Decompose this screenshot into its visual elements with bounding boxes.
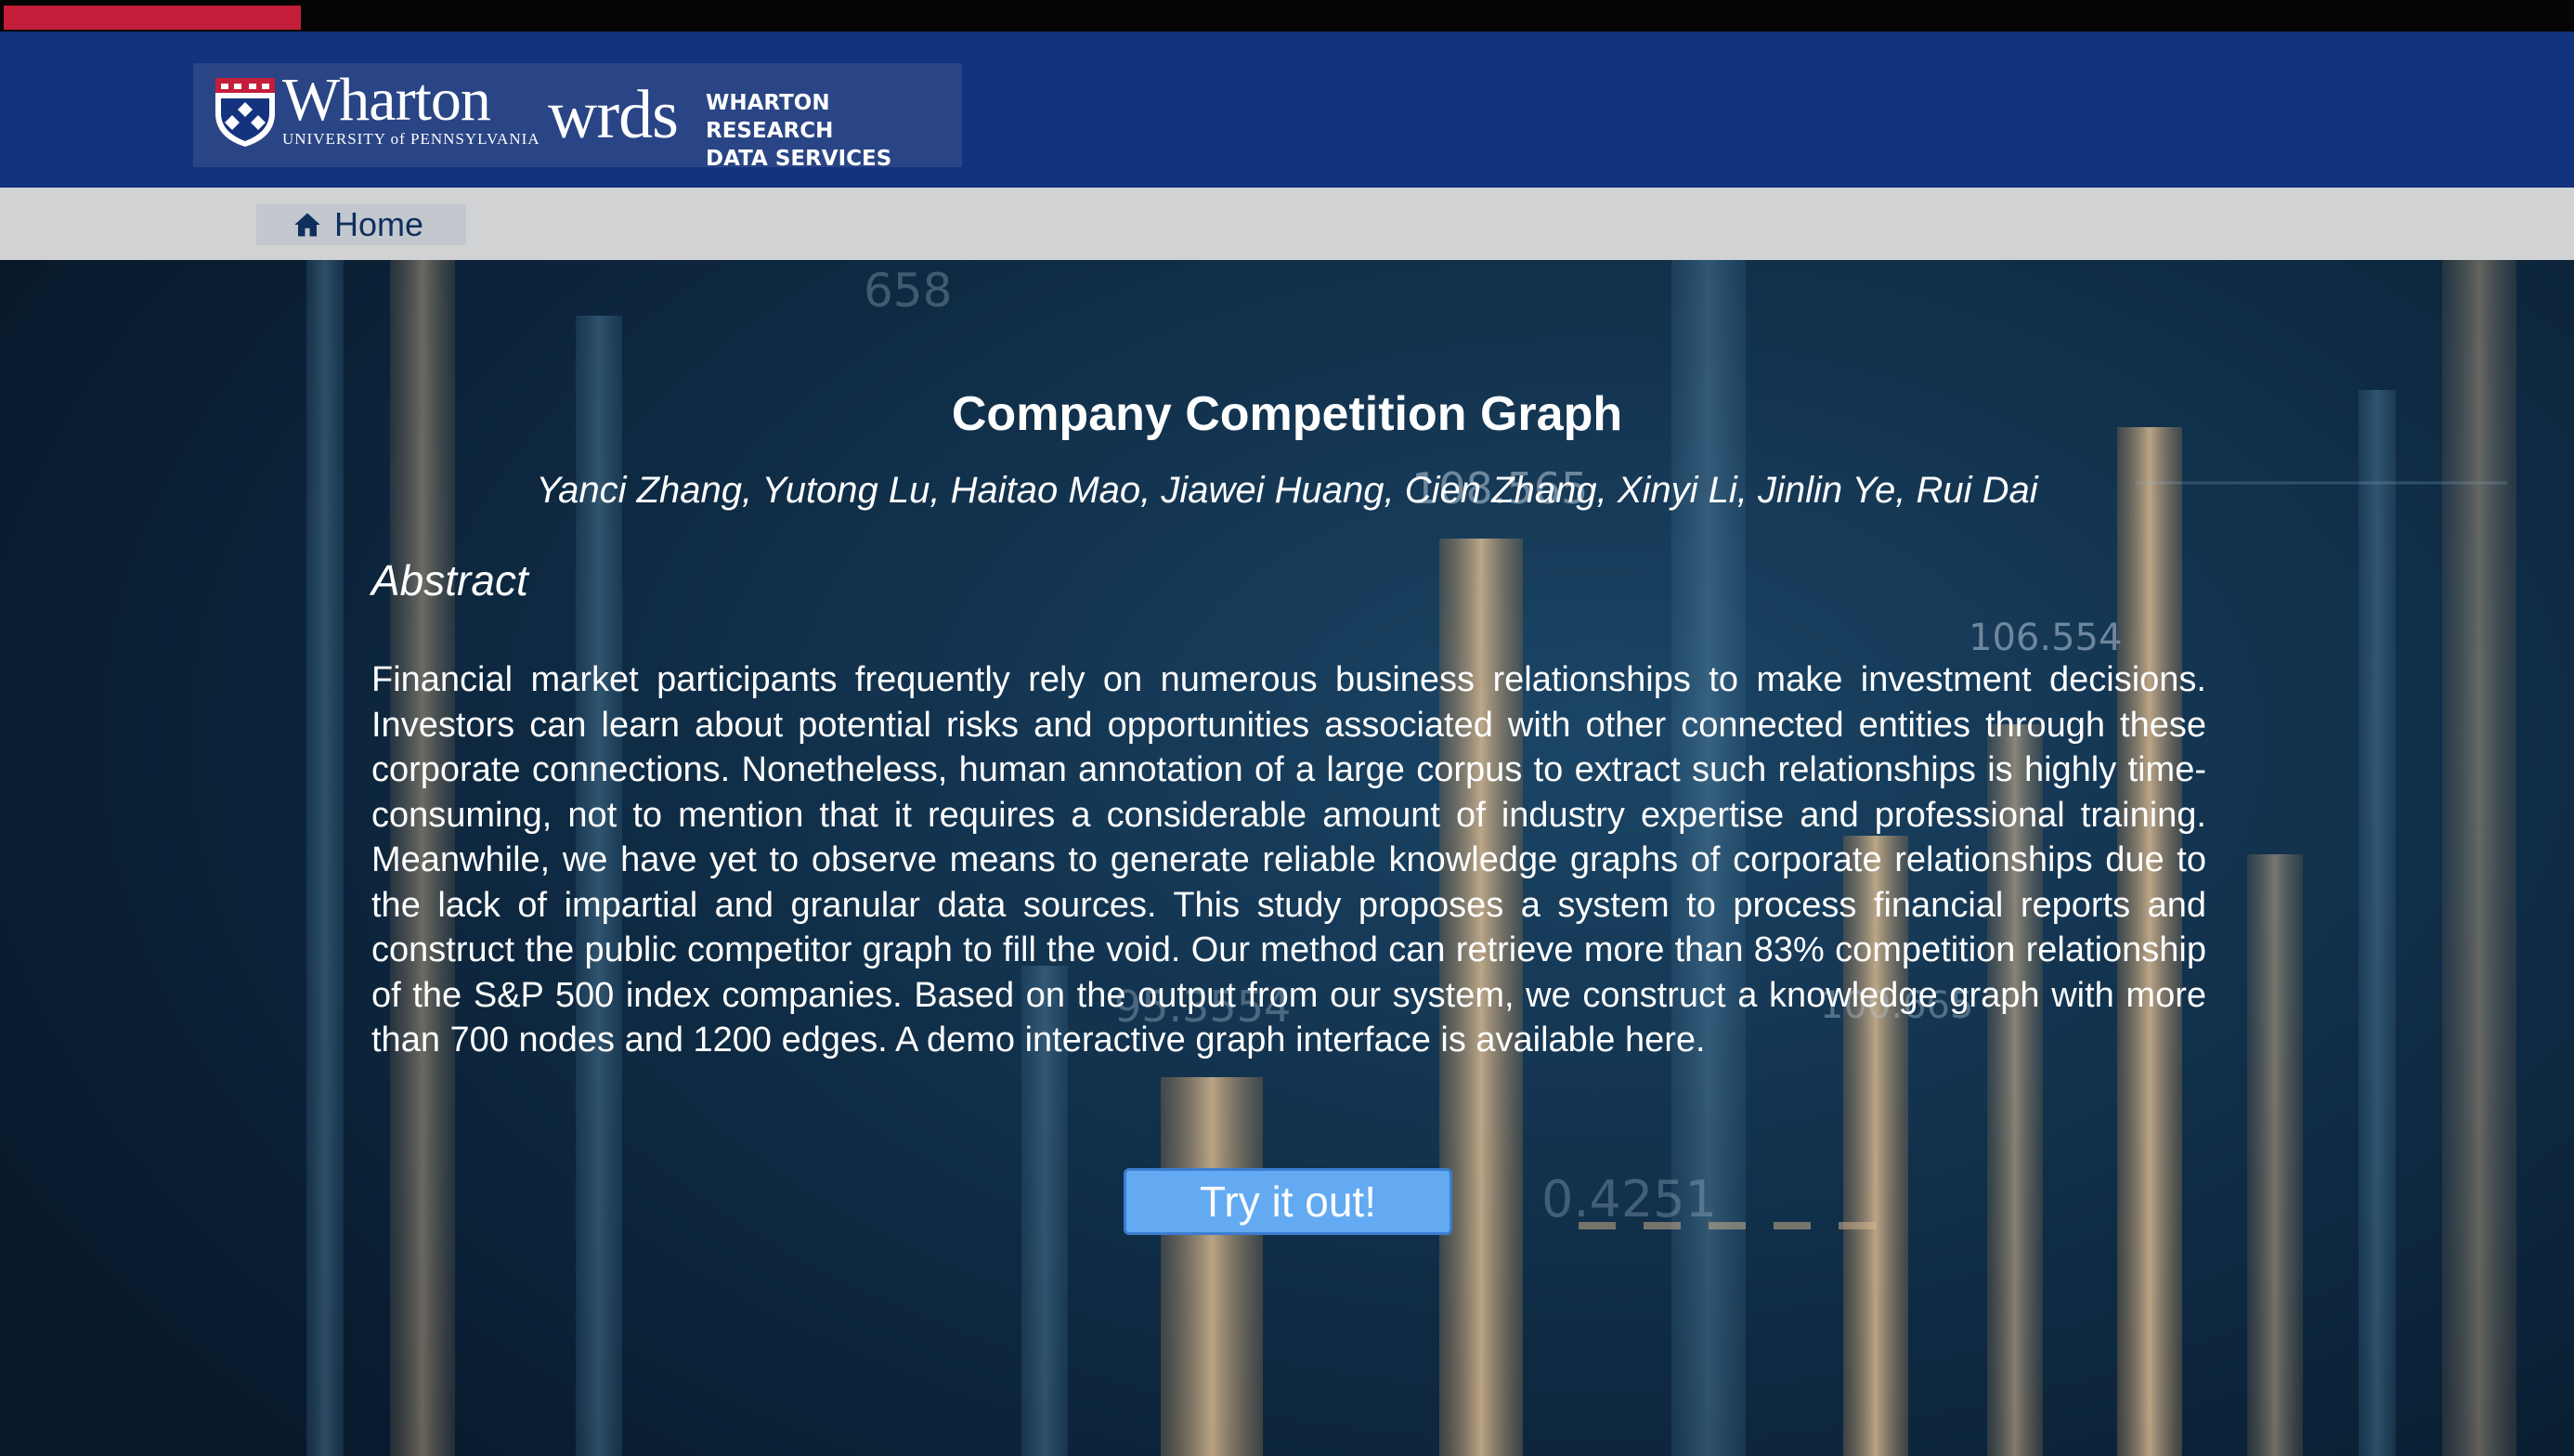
home-icon [294,213,320,237]
wharton-wordmark: Wharton [282,66,491,134]
nav-bar: Home [0,188,2574,260]
site-header: Wharton UNIVERSITY of PENNSYLVANIA wrds … [0,32,2574,188]
accent-bar [4,6,301,30]
author-list: Yanci Zhang, Yutong Lu, Haitao Mao, Jiaw… [536,470,2038,511]
top-strip [0,0,2574,32]
home-link[interactable]: Home [256,204,466,245]
bg-number: 0.4251 [1541,1170,1717,1228]
wrds-tagline: WHARTON RESEARCH DATA SERVICES [706,89,962,173]
try-it-out-button[interactable]: Try it out! [1124,1168,1452,1235]
bg-number: 106.554 [1969,617,2122,659]
home-label: Home [334,205,424,243]
bg-number: 658 [864,264,952,318]
penn-shield-icon [215,78,275,147]
page-title: Company Competition Graph [951,387,1623,441]
wrds-tagline-line2: DATA SERVICES [706,147,892,171]
abstract-heading: Abstract [371,556,528,604]
wharton-wrds-logo[interactable]: Wharton UNIVERSITY of PENNSYLVANIA wrds … [193,63,962,171]
abstract-text: Financial market participants frequently… [371,660,2206,1060]
wrds-wordmark: wrds [548,77,679,153]
wrds-tagline-line1: WHARTON RESEARCH [706,91,834,143]
hero-section: 108.565 106.554 100.665 95.3554 0.4251 6… [0,260,2574,1456]
university-label: UNIVERSITY of PENNSYLVANIA [282,130,540,148]
